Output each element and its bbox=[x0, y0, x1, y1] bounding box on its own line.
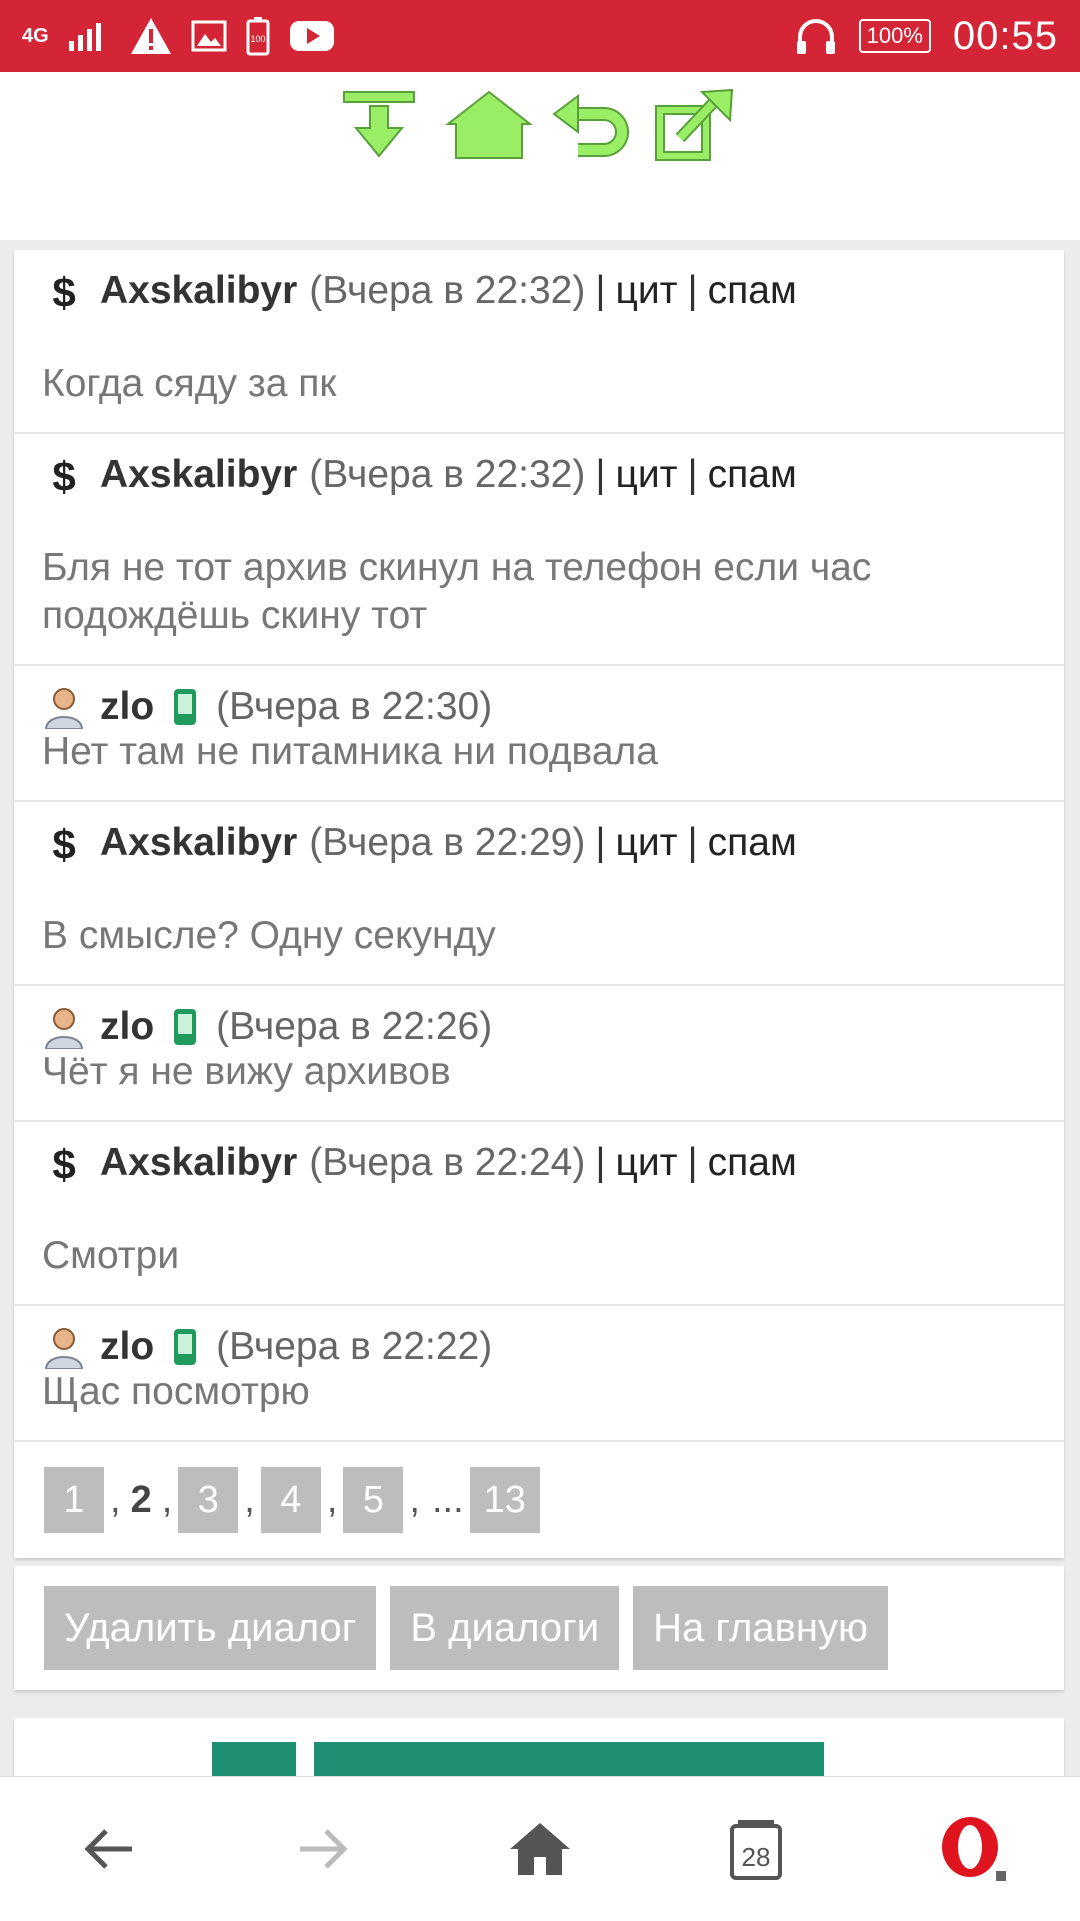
message-item: $ Axskalibyr (Вчера в 22:29) | цит | спа… bbox=[14, 802, 1064, 986]
headphones-icon bbox=[796, 19, 835, 54]
svg-text:28: 28 bbox=[742, 1842, 771, 1872]
back-icon[interactable] bbox=[548, 86, 638, 166]
signal-icon bbox=[68, 23, 101, 51]
top-toolbar bbox=[0, 72, 1080, 240]
spam-link[interactable]: спам bbox=[708, 821, 797, 865]
online-card bbox=[14, 1718, 1064, 1778]
user-icon bbox=[42, 1325, 86, 1369]
message-item: zlo (Вчера в 22:22) Щас посмотрю bbox=[14, 1306, 1064, 1442]
author-link[interactable]: zlo bbox=[100, 1005, 154, 1049]
back-arrow-icon[interactable] bbox=[72, 1813, 144, 1885]
dollar-icon: $ bbox=[42, 821, 86, 865]
user-icon bbox=[42, 1005, 86, 1049]
message-time: (Вчера в 22:32) bbox=[309, 269, 586, 312]
author-link[interactable]: Axskalibyr bbox=[100, 1141, 297, 1185]
network-type: 4G bbox=[22, 25, 49, 47]
quote-link[interactable]: цит bbox=[616, 269, 678, 313]
warning-icon bbox=[130, 18, 171, 54]
delete-dialog-button[interactable]: Удалить диалог bbox=[44, 1586, 377, 1670]
message-time: (Вчера в 22:26) bbox=[216, 1005, 493, 1048]
svg-text:$: $ bbox=[52, 821, 75, 865]
quote-link[interactable]: цит bbox=[616, 821, 678, 865]
page-link[interactable]: 4 bbox=[260, 1467, 321, 1533]
message-text: В смысле? Одну секунду bbox=[42, 914, 496, 957]
message-item: $ Axskalibyr (Вчера в 22:32) | цит | спа… bbox=[14, 250, 1064, 434]
mobile-icon bbox=[174, 1329, 197, 1365]
page-link[interactable]: 5 bbox=[343, 1467, 404, 1533]
message-item: zlo (Вчера в 22:30) Нет там не питамника… bbox=[14, 666, 1064, 802]
main-page-button[interactable]: На главную bbox=[633, 1586, 888, 1670]
author-link[interactable]: Axskalibyr bbox=[100, 821, 297, 865]
download-icon[interactable] bbox=[340, 86, 430, 166]
pagination: 1 , 2 , 3 , 4 , 5 , ... 13 bbox=[14, 1442, 1064, 1558]
actions-card: Удалить диалог В диалоги На главную bbox=[14, 1566, 1064, 1690]
author-link[interactable]: zlo bbox=[100, 685, 154, 729]
author-link[interactable]: Axskalibyr bbox=[100, 453, 297, 497]
clock: 00:55 bbox=[952, 13, 1058, 58]
dialogs-button[interactable]: В диалоги bbox=[390, 1586, 620, 1670]
mobile-icon bbox=[174, 689, 197, 725]
forward-arrow-icon[interactable] bbox=[288, 1813, 360, 1885]
spam-link[interactable]: спам bbox=[708, 1141, 797, 1185]
youtube-icon bbox=[289, 21, 334, 51]
browser-bottom-bar: 28 bbox=[0, 1776, 1080, 1921]
message-text: Щас посмотрю bbox=[42, 1370, 310, 1413]
message-time: (Вчера в 22:30) bbox=[216, 685, 493, 728]
message-text: Бля не тот архив скинул на телефон если … bbox=[42, 546, 872, 637]
message-item: $ Axskalibyr (Вчера в 22:32) | цит | спа… bbox=[14, 434, 1064, 666]
page-link[interactable]: 3 bbox=[178, 1467, 239, 1533]
page-link[interactable]: 1 bbox=[44, 1467, 104, 1533]
dollar-icon: $ bbox=[42, 269, 86, 313]
bookmark-page-button[interactable] bbox=[314, 1742, 824, 1778]
home-icon[interactable] bbox=[444, 86, 534, 166]
opera-icon[interactable] bbox=[936, 1813, 1008, 1885]
status-bar: 4G 100 100% 00:55 bbox=[0, 0, 1080, 72]
spam-link[interactable]: спам bbox=[708, 453, 797, 497]
message-text: Нет там не питамника ни подвала bbox=[42, 730, 658, 773]
user-icon bbox=[42, 685, 86, 729]
message-time: (Вчера в 22:24) bbox=[309, 1141, 586, 1184]
message-text: Когда сяду за пк bbox=[42, 362, 337, 405]
quote-link[interactable]: цит bbox=[616, 1141, 678, 1185]
share-icon[interactable] bbox=[652, 86, 742, 166]
svg-text:$: $ bbox=[52, 1141, 75, 1185]
online-count-badge[interactable] bbox=[212, 1742, 296, 1778]
battery-saver-icon: 100 bbox=[246, 17, 270, 56]
mobile-icon bbox=[174, 1009, 197, 1045]
message-item: zlo (Вчера в 22:26) Чёт я не вижу архиво… bbox=[14, 986, 1064, 1122]
dollar-icon: $ bbox=[42, 1141, 86, 1185]
home-icon[interactable] bbox=[504, 1813, 576, 1885]
message-text: Чёт я не вижу архивов bbox=[42, 1050, 451, 1093]
message-item: $ Axskalibyr (Вчера в 22:24) | цит | спа… bbox=[14, 1122, 1064, 1306]
author-link[interactable]: zlo bbox=[100, 1325, 154, 1369]
page-link-last[interactable]: 13 bbox=[469, 1467, 540, 1533]
author-link[interactable]: Axskalibyr bbox=[100, 269, 297, 313]
pagination-ellipsis: ... bbox=[431, 1478, 464, 1521]
svg-text:$: $ bbox=[52, 453, 75, 497]
message-time: (Вчера в 22:22) bbox=[216, 1325, 493, 1368]
message-time: (Вчера в 22:29) bbox=[309, 821, 586, 864]
dollar-icon: $ bbox=[42, 453, 86, 497]
quote-link[interactable]: цит bbox=[616, 453, 678, 497]
message-text: Смотри bbox=[42, 1234, 180, 1277]
battery-indicator: 100% bbox=[858, 19, 931, 53]
messages-card: $ Axskalibyr (Вчера в 22:32) | цит | спа… bbox=[14, 250, 1064, 1558]
tabs-icon[interactable]: 28 bbox=[720, 1813, 792, 1885]
svg-text:$: $ bbox=[52, 269, 75, 313]
svg-text:100: 100 bbox=[250, 34, 265, 44]
image-icon bbox=[191, 20, 227, 52]
current-page: 2 bbox=[130, 1478, 152, 1521]
spam-link[interactable]: спам bbox=[708, 269, 797, 313]
message-time: (Вчера в 22:32) bbox=[309, 453, 586, 496]
